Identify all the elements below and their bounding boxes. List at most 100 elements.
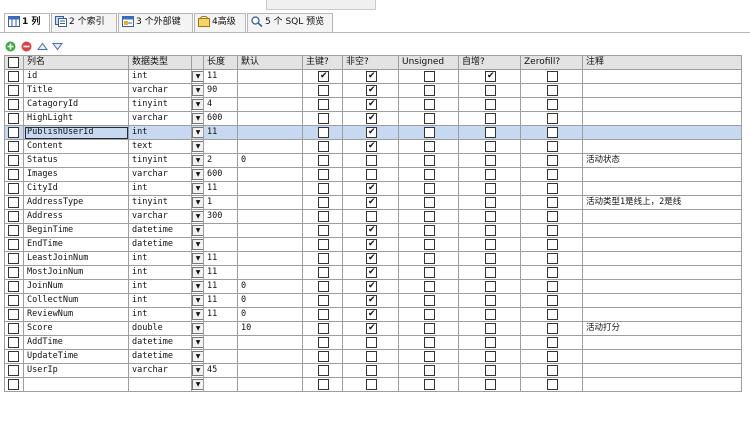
comment-cell[interactable] — [583, 280, 742, 294]
length-cell[interactable]: 11 — [204, 308, 238, 322]
length-cell[interactable]: 600 — [204, 112, 238, 126]
pk-cell[interactable] — [303, 294, 343, 308]
length-cell[interactable]: 4 — [204, 98, 238, 112]
autoinc-cell[interactable] — [459, 238, 521, 252]
notnull-cell[interactable] — [343, 280, 399, 294]
row-checkbox[interactable] — [8, 197, 19, 208]
chevron-down-icon[interactable]: ▼ — [192, 267, 203, 278]
type-dropdown-cell[interactable]: ▼ — [192, 280, 204, 294]
name-cell[interactable]: PublishUserId — [24, 126, 129, 140]
autoinc-checkbox[interactable] — [485, 197, 496, 208]
table-row[interactable]: AddTime datetime ▼ — [5, 336, 742, 350]
zerofill-cell[interactable] — [521, 280, 583, 294]
name-cell[interactable]: CityId — [24, 182, 129, 196]
zerofill-checkbox[interactable] — [547, 141, 558, 152]
autoinc-cell[interactable] — [459, 112, 521, 126]
notnull-cell[interactable] — [343, 308, 399, 322]
chevron-down-icon[interactable]: ▼ — [192, 183, 203, 194]
type-dropdown-cell[interactable]: ▼ — [192, 168, 204, 182]
zerofill-cell[interactable] — [521, 84, 583, 98]
unsigned-checkbox[interactable] — [424, 71, 435, 82]
name-cell[interactable]: AddTime — [24, 336, 129, 350]
pk-checkbox[interactable] — [318, 309, 329, 320]
table-row[interactable]: CollectNum int ▼ 11 0 — [5, 294, 742, 308]
zerofill-checkbox[interactable] — [547, 379, 558, 390]
chevron-down-icon[interactable]: ▼ — [192, 113, 203, 124]
type-cell[interactable]: tinyint — [129, 154, 192, 168]
zerofill-checkbox[interactable] — [547, 71, 558, 82]
pk-checkbox[interactable] — [318, 253, 329, 264]
pk-cell[interactable] — [303, 280, 343, 294]
type-cell[interactable]: varchar — [129, 112, 192, 126]
zerofill-checkbox[interactable] — [547, 85, 558, 96]
name-cell[interactable]: LeastJoinNum — [24, 252, 129, 266]
length-cell[interactable]: 300 — [204, 210, 238, 224]
unsigned-cell[interactable] — [399, 238, 459, 252]
comment-cell[interactable] — [583, 266, 742, 280]
autoinc-checkbox[interactable] — [485, 225, 496, 236]
table-row[interactable]: ▼ — [5, 378, 742, 392]
row-checkbox[interactable] — [8, 351, 19, 362]
notnull-cell[interactable] — [343, 238, 399, 252]
row-checkbox[interactable] — [8, 267, 19, 278]
autoinc-checkbox[interactable] — [485, 365, 496, 376]
default-cell[interactable] — [238, 336, 303, 350]
comment-cell[interactable] — [583, 378, 742, 392]
pk-checkbox[interactable] — [318, 379, 329, 390]
name-cell[interactable]: UserIp — [24, 364, 129, 378]
length-cell[interactable] — [204, 224, 238, 238]
zerofill-checkbox[interactable] — [547, 267, 558, 278]
name-cell[interactable]: Status — [24, 154, 129, 168]
notnull-cell[interactable] — [343, 126, 399, 140]
chevron-down-icon[interactable]: ▼ — [192, 99, 203, 110]
type-cell[interactable]: datetime — [129, 224, 192, 238]
autoinc-cell[interactable] — [459, 168, 521, 182]
comment-cell[interactable] — [583, 168, 742, 182]
type-dropdown-cell[interactable]: ▼ — [192, 70, 204, 84]
autoinc-checkbox[interactable] — [485, 113, 496, 124]
autoinc-checkbox[interactable] — [485, 309, 496, 320]
default-cell[interactable] — [238, 182, 303, 196]
row-checkbox[interactable] — [8, 295, 19, 306]
unsigned-checkbox[interactable] — [424, 281, 435, 292]
unsigned-checkbox[interactable] — [424, 351, 435, 362]
pk-cell[interactable] — [303, 98, 343, 112]
zerofill-checkbox[interactable] — [547, 99, 558, 110]
row-select-cell[interactable] — [5, 224, 24, 238]
unsigned-cell[interactable] — [399, 112, 459, 126]
zerofill-cell[interactable] — [521, 224, 583, 238]
autoinc-cell[interactable] — [459, 224, 521, 238]
comment-cell[interactable] — [583, 210, 742, 224]
pk-checkbox[interactable] — [318, 183, 329, 194]
pk-cell[interactable] — [303, 252, 343, 266]
type-cell[interactable]: datetime — [129, 238, 192, 252]
zerofill-cell[interactable] — [521, 196, 583, 210]
type-cell[interactable]: tinyint — [129, 196, 192, 210]
unsigned-cell[interactable] — [399, 266, 459, 280]
pk-checkbox[interactable] — [318, 85, 329, 96]
autoinc-checkbox[interactable] — [485, 70, 496, 83]
notnull-cell[interactable] — [343, 112, 399, 126]
chevron-down-icon[interactable]: ▼ — [192, 211, 203, 222]
row-checkbox[interactable] — [8, 127, 19, 138]
pk-checkbox[interactable] — [318, 197, 329, 208]
default-cell[interactable] — [238, 140, 303, 154]
pk-cell[interactable] — [303, 308, 343, 322]
unsigned-checkbox[interactable] — [424, 267, 435, 278]
notnull-checkbox[interactable] — [366, 84, 377, 97]
move-up-icon[interactable] — [37, 37, 48, 50]
pk-checkbox[interactable] — [318, 351, 329, 362]
chevron-down-icon[interactable]: ▼ — [192, 127, 203, 138]
notnull-cell[interactable] — [343, 182, 399, 196]
notnull-checkbox[interactable] — [366, 280, 377, 293]
table-row[interactable]: UpdateTime datetime ▼ — [5, 350, 742, 364]
default-cell[interactable] — [238, 238, 303, 252]
notnull-checkbox[interactable] — [366, 337, 377, 348]
autoinc-checkbox[interactable] — [485, 239, 496, 250]
default-cell[interactable] — [238, 378, 303, 392]
row-select-cell[interactable] — [5, 70, 24, 84]
pk-cell[interactable] — [303, 266, 343, 280]
type-cell[interactable]: int — [129, 280, 192, 294]
chevron-down-icon[interactable]: ▼ — [192, 239, 203, 250]
default-cell[interactable]: 0 — [238, 154, 303, 168]
